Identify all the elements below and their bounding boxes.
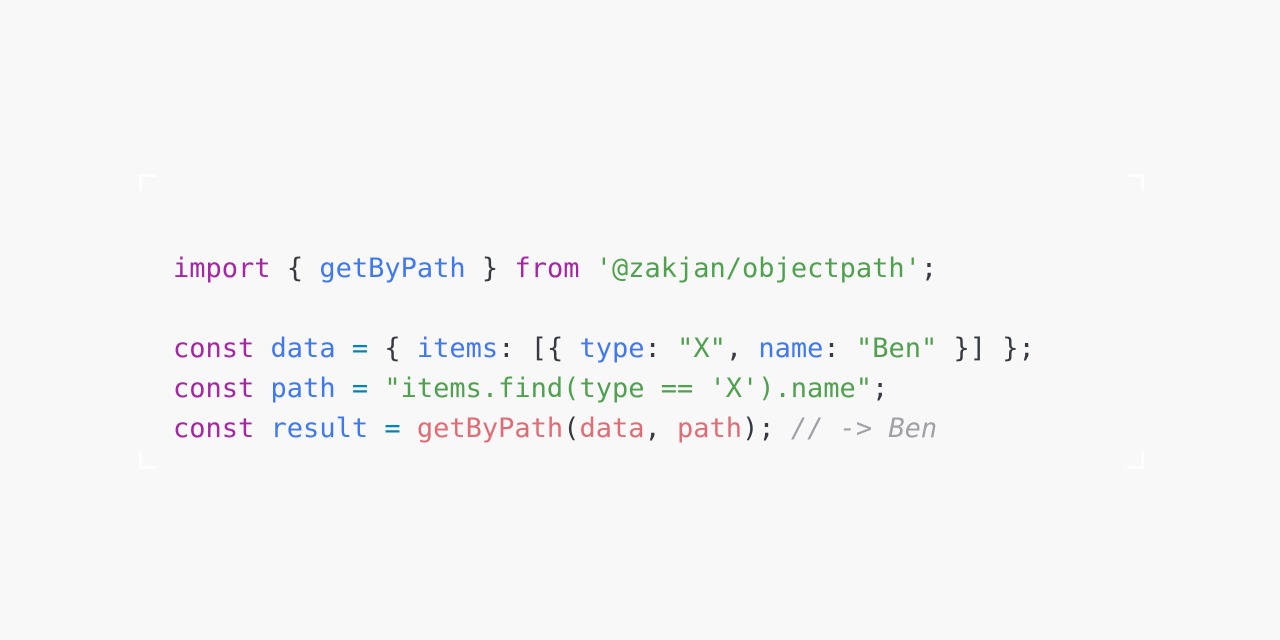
token-punctuation	[775, 413, 791, 444]
token-punctuation	[254, 333, 270, 364]
token-string: "items.find(type == 'X').name"	[384, 373, 873, 404]
token-keyword: import	[173, 253, 271, 284]
token-property: items	[416, 333, 499, 364]
token-punctuation: :	[498, 333, 515, 364]
token-punctuation	[742, 333, 758, 364]
line-blank	[173, 289, 1035, 329]
token-punctuation	[937, 333, 953, 364]
token-punctuation: ;	[920, 253, 938, 284]
token-punctuation	[661, 333, 677, 364]
token-punctuation: (	[563, 413, 580, 444]
frame-corner-bottom-right	[1127, 452, 1144, 469]
token-variable: data	[270, 333, 336, 364]
token-punctuation: {	[384, 333, 401, 364]
token-parameter: path	[677, 413, 743, 444]
token-keyword: const	[173, 373, 255, 404]
token-entity: getByPath	[319, 253, 466, 284]
token-punctuation: };	[1002, 333, 1035, 364]
token-punctuation: }	[481, 253, 499, 284]
token-punctuation: ,	[725, 333, 743, 364]
line-result: const result = getByPath(data, path); //…	[173, 409, 1035, 449]
token-punctuation: ,	[644, 413, 661, 444]
token-punctuation	[563, 333, 579, 364]
line-path: const path = "items.find(type == 'X').na…	[173, 369, 1035, 409]
token-punctuation: :	[644, 333, 661, 364]
token-string: "X"	[677, 333, 726, 364]
token-property: type	[579, 333, 645, 364]
token-punctuation	[303, 253, 319, 284]
token-punctuation	[254, 413, 270, 444]
token-string: '@zakjan/objectpath'	[595, 253, 921, 284]
line-import: import { getByPath } from '@zakjan/objec…	[173, 249, 1035, 289]
token-punctuation: {	[286, 253, 304, 284]
token-comment: // -> Ben	[790, 413, 938, 444]
token-punctuation	[514, 333, 530, 364]
token-operator: =	[351, 333, 369, 364]
token-punctuation	[401, 413, 417, 444]
code-snippet-stage: import { getByPath } from '@zakjan/objec…	[0, 0, 1280, 640]
token-parameter: data	[579, 413, 645, 444]
token-punctuation	[336, 373, 352, 404]
token-string: "Ben"	[855, 333, 938, 364]
token-punctuation	[368, 373, 384, 404]
token-punctuation: ;	[872, 373, 889, 404]
token-punctuation	[986, 333, 1002, 364]
token-punctuation: :	[823, 333, 840, 364]
token-variable: result	[270, 413, 369, 444]
token-punctuation	[254, 373, 270, 404]
token-punctuation	[498, 253, 514, 284]
token-punctuation	[368, 413, 384, 444]
code-block: import { getByPath } from '@zakjan/objec…	[173, 249, 1035, 449]
frame-corner-bottom-left	[139, 452, 156, 469]
token-punctuation: );	[742, 413, 775, 444]
line-data: const data = { items: [{ type: "X", name…	[173, 329, 1035, 369]
token-punctuation	[466, 253, 482, 284]
token-function: getByPath	[416, 413, 564, 444]
token-keyword: from	[514, 253, 580, 284]
token-punctuation	[579, 253, 595, 284]
token-punctuation	[840, 333, 856, 364]
token-operator: =	[351, 373, 369, 404]
token-punctuation: [{	[530, 333, 564, 364]
token-punctuation	[661, 413, 677, 444]
frame-corner-top-left	[139, 174, 156, 191]
token-punctuation	[401, 333, 417, 364]
token-keyword: const	[173, 333, 255, 364]
token-punctuation	[271, 253, 287, 284]
token-punctuation	[368, 333, 384, 364]
token-variable: path	[270, 373, 336, 404]
frame-corner-top-right	[1127, 174, 1144, 191]
token-punctuation	[336, 333, 352, 364]
token-operator: =	[384, 413, 401, 444]
token-punctuation: }]	[953, 333, 986, 364]
token-property: name	[758, 333, 824, 364]
token-keyword: const	[173, 413, 255, 444]
